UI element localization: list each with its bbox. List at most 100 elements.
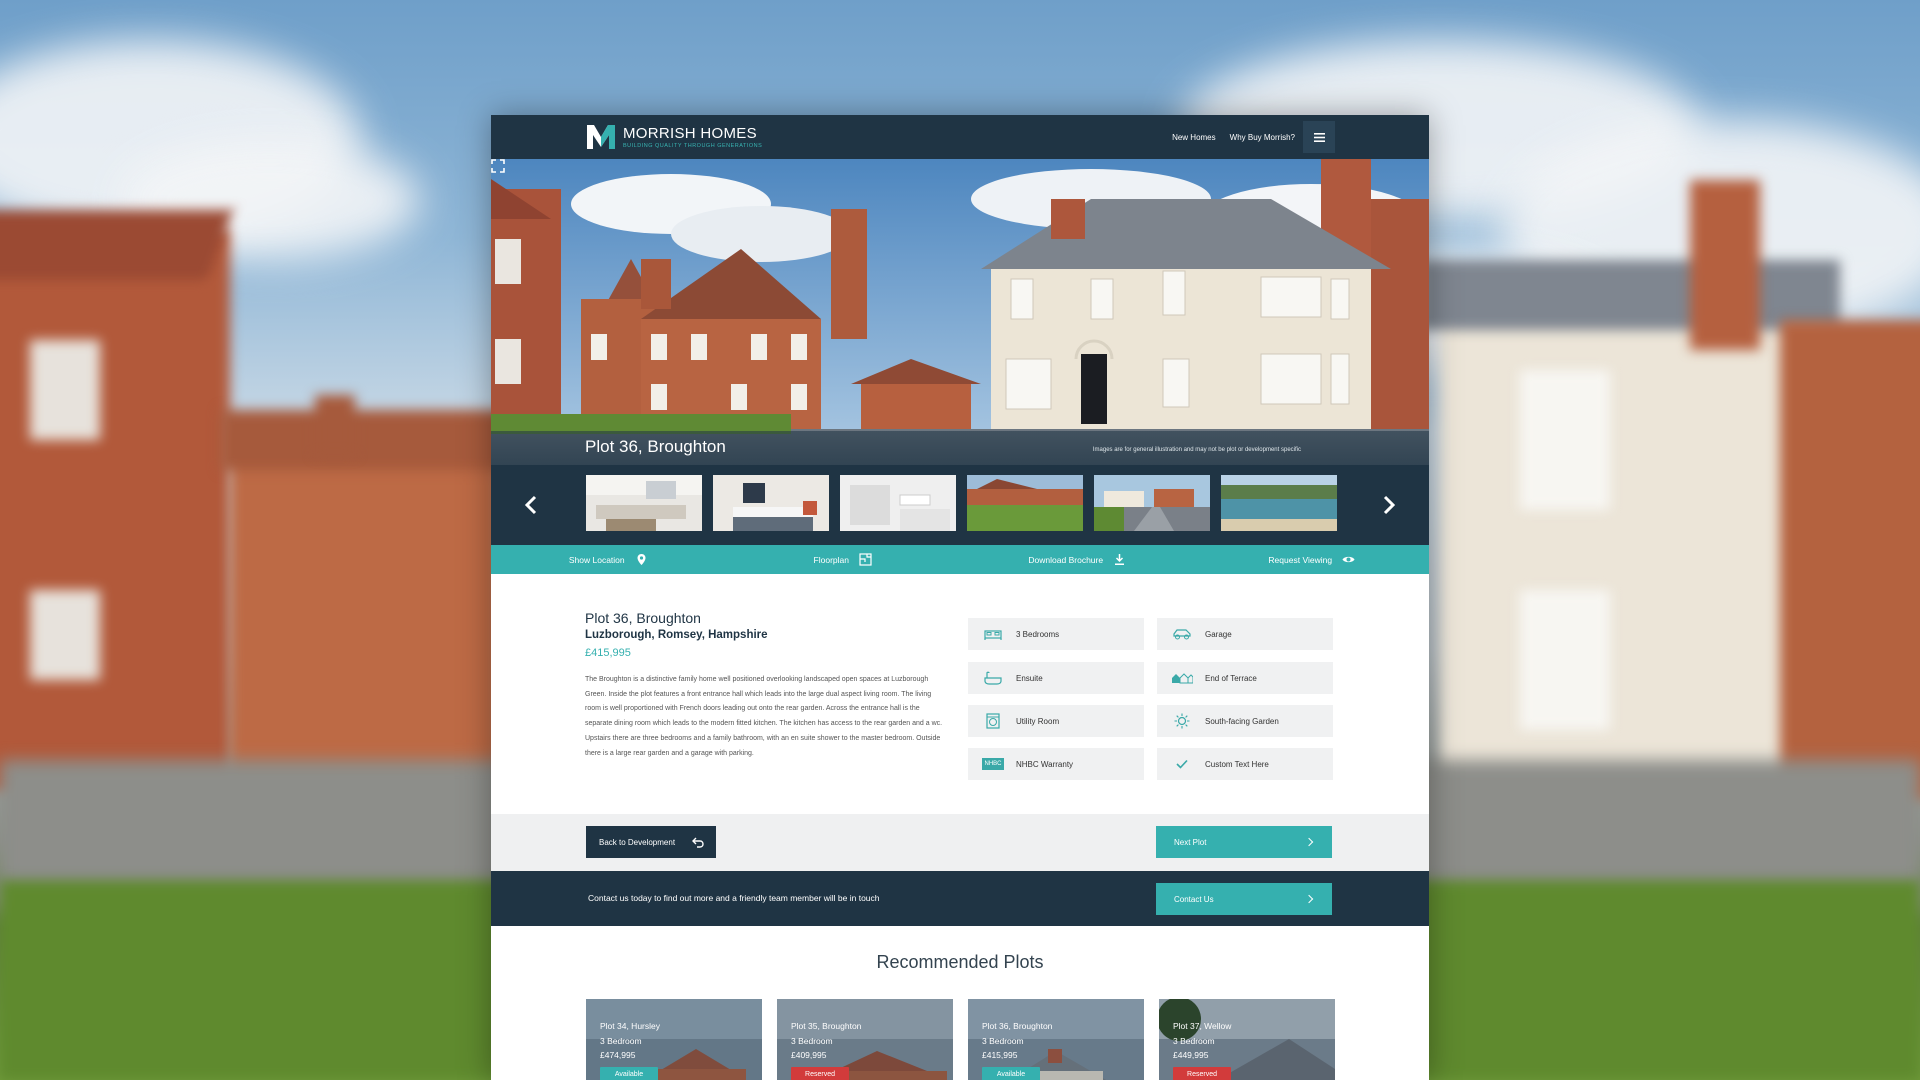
bed-icon — [982, 626, 1004, 642]
thumbnail-coast[interactable] — [1221, 475, 1337, 531]
plot-navigation: Back to Development Next Plot — [491, 814, 1429, 871]
feature-bedrooms-label: 3 Bedrooms — [1016, 629, 1060, 639]
action-bar: Show Location Floorplan Download Brochur… — [491, 545, 1429, 574]
terrace-icon — [1171, 670, 1193, 686]
car-icon — [1171, 626, 1193, 642]
recommended-card-name: Plot 34, Hursley — [600, 1021, 660, 1031]
status-badge: Available — [982, 1067, 1040, 1080]
undo-arrow-icon — [692, 837, 704, 848]
image-disclaimer: Images are for general illustration and … — [1092, 447, 1301, 453]
download-icon — [1115, 554, 1125, 565]
hero-title: Plot 36, Broughton — [585, 437, 726, 456]
feature-end-of-terrace: End of Terrace — [1157, 662, 1333, 694]
contact-us-button[interactable]: Contact Us — [1156, 883, 1332, 915]
show-location-button[interactable]: Show Location — [491, 545, 726, 574]
feature-custom-text-label: Custom Text Here — [1205, 759, 1269, 769]
recommended-plots: Recommended Plots Plot 34, Hursley 3 Bed… — [491, 926, 1429, 1080]
request-viewing-button[interactable]: Request Viewing — [1195, 545, 1430, 574]
nhbc-icon-text: NHBC — [982, 758, 1004, 770]
plot-location: Luzborough, Romsey, Hampshire — [585, 629, 768, 641]
plot-title: Plot 36, Broughton — [585, 610, 701, 626]
feature-nhbc-warranty-label: NHBC Warranty — [1016, 759, 1074, 769]
download-brochure-button[interactable]: Download Brochure — [960, 545, 1195, 574]
hero-photo — [491, 159, 1429, 465]
morrish-logo-icon — [587, 125, 615, 149]
thumbnail-bedroom[interactable] — [713, 475, 829, 531]
recommended-card[interactable]: Plot 36, Broughton 3 Bedroom £415,995 Av… — [968, 999, 1144, 1080]
feature-ensuite: Ensuite — [968, 662, 1144, 694]
hamburger-icon — [1313, 132, 1325, 142]
feature-garage: Garage — [1157, 618, 1333, 650]
recommended-card-price: £449,995 — [1173, 1050, 1209, 1060]
recommended-card[interactable]: Plot 37, Wellow 3 Bedroom £449,995 Reser… — [1159, 999, 1335, 1080]
property-page: MORRISH HOMES BUILDING QUALITY THROUGH G… — [491, 115, 1429, 1080]
nhbc-icon: NHBC — [982, 756, 1004, 772]
feature-end-of-terrace-label: End of Terrace — [1205, 673, 1257, 683]
status-badge: Reserved — [791, 1067, 849, 1080]
request-viewing-label: Request Viewing — [1268, 554, 1333, 565]
hero-image: Plot 36, Broughton Images are for genera… — [491, 159, 1429, 465]
feature-garage-label: Garage — [1205, 629, 1232, 639]
contact-banner: Contact us today to find out more and a … — [491, 871, 1429, 926]
feature-utility-room: Utility Room — [968, 705, 1144, 737]
recommended-card[interactable]: Plot 34, Hursley 3 Bedroom £474,995 Avai… — [586, 999, 762, 1080]
feature-ensuite-label: Ensuite — [1016, 673, 1043, 683]
back-to-development-button[interactable]: Back to Development — [586, 826, 716, 858]
header: MORRISH HOMES BUILDING QUALITY THROUGH G… — [491, 115, 1429, 159]
contact-message: Contact us today to find out more and a … — [588, 893, 880, 903]
recommended-card-name: Plot 36, Broughton — [982, 1021, 1053, 1031]
feature-nhbc-warranty: NHBC NHBC Warranty — [968, 748, 1144, 780]
eye-icon — [1342, 556, 1355, 563]
recommended-card-price: £409,995 — [791, 1050, 827, 1060]
floorplan-button[interactable]: Floorplan — [726, 545, 961, 574]
washing-machine-icon — [982, 713, 1004, 729]
hamburger-menu-button[interactable] — [1303, 121, 1335, 153]
feature-bedrooms: 3 Bedrooms — [968, 618, 1144, 650]
thumbnail-street[interactable] — [1094, 475, 1210, 531]
plot-description: The Broughton is a distinctive family ho… — [585, 676, 943, 757]
show-location-label: Show Location — [568, 554, 625, 565]
next-plot-button[interactable]: Next Plot — [1156, 826, 1332, 858]
bath-icon — [982, 670, 1004, 686]
status-badge: Reserved — [1173, 1067, 1231, 1080]
back-to-development-label: Back to Development — [599, 837, 676, 847]
thumbnail-bathroom[interactable] — [840, 475, 956, 531]
recommended-card-beds: 3 Bedroom — [982, 1036, 1024, 1046]
recommended-card-name: Plot 37, Wellow — [1173, 1021, 1232, 1031]
brand-tagline: BUILDING QUALITY THROUGH GENERATIONS — [623, 142, 763, 149]
nav-why-buy[interactable]: Why Buy Morrish? — [1229, 130, 1316, 142]
nav-why-buy-label: Why Buy Morrish? — [1229, 132, 1295, 142]
main-nav: New Homes Why Buy Morrish? — [1172, 115, 1316, 159]
recommended-card-beds: 3 Bedroom — [600, 1036, 642, 1046]
logo[interactable]: MORRISH HOMES BUILDING QUALITY THROUGH G… — [585, 123, 762, 151]
check-icon — [1171, 756, 1193, 772]
download-brochure-label: Download Brochure — [1028, 554, 1104, 565]
floorplan-label: Floorplan — [813, 554, 849, 565]
thumbnail-rear-garden[interactable] — [967, 475, 1083, 531]
brand-name: MORRISH HOMES — [623, 124, 757, 142]
plot-details: Plot 36, Broughton Luzborough, Romsey, H… — [491, 574, 1429, 814]
carousel-next-arrow-icon[interactable] — [1372, 489, 1404, 521]
recommended-card-name: Plot 35, Broughton — [791, 1021, 862, 1031]
fullscreen-icon[interactable] — [491, 159, 505, 173]
recommended-card-price: £474,995 — [600, 1050, 636, 1060]
plot-price: £415,995 — [585, 647, 631, 659]
carousel-prev-arrow-icon[interactable] — [516, 489, 548, 521]
recommended-card[interactable]: Plot 35, Broughton 3 Bedroom £409,995 Re… — [777, 999, 953, 1080]
thumbnail-kitchen[interactable] — [586, 475, 702, 531]
floorplan-icon — [859, 553, 872, 566]
recommended-card-beds: 3 Bedroom — [791, 1036, 833, 1046]
feature-south-facing-garden-label: South-facing Garden — [1205, 716, 1279, 726]
next-plot-label: Next Plot — [1174, 837, 1207, 847]
recommended-card-beds: 3 Bedroom — [1173, 1036, 1215, 1046]
nav-new-homes[interactable]: New Homes — [1172, 133, 1216, 142]
recommended-card-price: £415,995 — [982, 1050, 1018, 1060]
map-pin-icon — [637, 554, 646, 565]
chevron-right-icon — [1304, 894, 1314, 904]
contact-us-label: Contact Us — [1174, 894, 1214, 904]
chevron-right-icon — [1304, 837, 1314, 847]
feature-utility-room-label: Utility Room — [1016, 716, 1060, 726]
recommended-title: Recommended Plots — [876, 952, 1044, 972]
thumbnail-carousel — [491, 465, 1429, 545]
status-badge: Available — [600, 1067, 658, 1080]
